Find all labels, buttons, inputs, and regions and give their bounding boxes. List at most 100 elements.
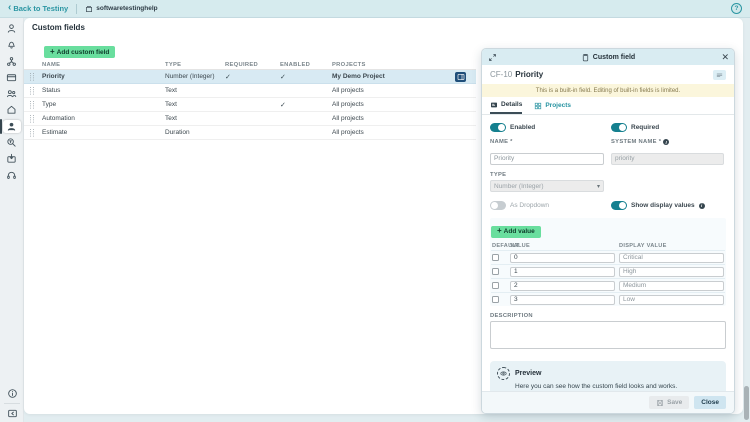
plus-icon: + [50, 46, 55, 56]
table-row[interactable]: Priority Number (Integer) ✓ ✓ My Demo Pr… [24, 70, 476, 84]
table-row[interactable]: Status Text All projects [24, 84, 476, 98]
drag-handle-icon[interactable] [30, 86, 35, 95]
display-value-input[interactable] [619, 266, 724, 277]
field-type: Text [165, 87, 177, 94]
default-checkbox[interactable] [492, 282, 499, 289]
notifications-icon [8, 42, 15, 49]
value-input[interactable] [510, 294, 615, 305]
panel-tabs: Details Projects [482, 97, 734, 115]
info-icon [7, 389, 17, 398]
enabled-check: ✓ [280, 101, 286, 109]
tab-projects[interactable]: Projects [534, 97, 571, 114]
display-value-input[interactable] [619, 280, 724, 291]
field-projects: All projects [332, 87, 364, 94]
table-row[interactable]: Type Text ✓ All projects [24, 98, 476, 112]
col-value: VALUE [510, 242, 531, 249]
type-label: TYPE [490, 172, 507, 178]
sidebar-item-search[interactable] [3, 136, 21, 149]
enabled-check: ✓ [280, 73, 286, 81]
tab-details[interactable]: Details [490, 97, 523, 114]
type-select: Number (Integer) ▾ [490, 180, 604, 192]
description-textarea[interactable] [490, 321, 726, 349]
display-value-input[interactable] [619, 294, 724, 305]
drag-handle-icon[interactable] [30, 128, 35, 137]
display-value-input[interactable] [619, 252, 724, 263]
field-projects: All projects [332, 101, 364, 108]
field-name: Status [42, 87, 61, 94]
organization-icon [86, 5, 93, 12]
table-row[interactable]: Automation Text All projects [24, 112, 476, 126]
sidebar-bottom [0, 387, 24, 422]
show-display-values-label: Show display values [631, 202, 695, 209]
panel-footer: Save Close [482, 391, 734, 413]
drag-handle-icon[interactable] [30, 72, 35, 81]
required-toggle-label: Required [631, 124, 660, 131]
default-checkbox[interactable] [492, 254, 499, 261]
builtin-field-banner: This is a built-in field. Editing of bui… [482, 84, 734, 97]
sidebar-item-info[interactable] [3, 387, 21, 400]
close-icon[interactable]: ✕ [721, 50, 729, 64]
organization-switcher[interactable]: softwaretestinghelp [85, 5, 158, 13]
preview-card: Preview Here you can see how the custom … [490, 361, 726, 391]
info-icon[interactable]: i [663, 139, 670, 145]
sidebar-item-billing[interactable] [3, 71, 21, 84]
sidebar-item-collapse[interactable] [3, 407, 21, 420]
add-custom-field-label: Add custom field [56, 48, 110, 56]
import-box-icon [7, 154, 16, 163]
field-name: Priority [42, 73, 65, 80]
add-custom-field-button[interactable]: + Add custom field [44, 46, 116, 58]
save-button[interactable]: Save [649, 396, 690, 409]
drag-handle-icon[interactable] [30, 114, 35, 123]
required-toggle[interactable] [611, 123, 627, 132]
col-header-type: TYPE [165, 61, 182, 68]
value-input[interactable] [510, 280, 615, 291]
sidebar-item-team[interactable] [3, 87, 21, 100]
open-details-button[interactable] [455, 71, 466, 82]
value-input[interactable] [510, 252, 615, 263]
sidebar-item-custom-fields[interactable] [0, 118, 21, 134]
plus-icon: + [497, 226, 502, 235]
add-value-button[interactable]: + Add value [491, 225, 541, 238]
help-icon[interactable]: ? [731, 3, 742, 14]
field-name: Type [42, 101, 57, 108]
field-title-row: CF-10 Priority [482, 65, 734, 84]
name-input[interactable] [490, 152, 604, 165]
back-to-testiny-link[interactable]: ‹ Back to Testiny [8, 3, 68, 14]
copy-link-button[interactable] [713, 69, 726, 80]
enabled-toggle[interactable] [490, 123, 506, 132]
col-display-value: DISPLAY VALUE [619, 242, 667, 249]
details-tab-icon [491, 102, 497, 107]
field-type: Text [165, 101, 177, 108]
default-checkbox[interactable] [492, 268, 499, 275]
sidebar-item-user[interactable] [3, 22, 21, 35]
sidebar-item-support[interactable] [3, 169, 21, 182]
drag-handle-icon[interactable] [30, 100, 35, 109]
sidebar-item-home[interactable] [3, 103, 21, 116]
value-row [491, 264, 725, 278]
page-title: Custom fields [32, 23, 85, 32]
billing-card-icon [6, 74, 17, 82]
col-header-name: NAME [42, 61, 61, 68]
expand-panel-button[interactable] [487, 52, 497, 62]
close-button[interactable]: Close [694, 396, 726, 409]
show-display-values-toggle[interactable] [611, 201, 627, 210]
field-name: Estimate [42, 129, 68, 136]
field-name: Automation [42, 115, 75, 122]
system-name-label: SYSTEM NAME * i [611, 139, 726, 145]
default-checkbox[interactable] [492, 296, 499, 303]
sidebar-item-import[interactable] [3, 152, 21, 165]
page-scrollbar[interactable] [744, 386, 749, 420]
chevron-down-icon: ▾ [596, 183, 600, 190]
preview-title: Preview [515, 370, 542, 377]
add-value-label: Add value [503, 228, 535, 235]
save-icon [657, 399, 664, 406]
value-row [491, 278, 725, 292]
sidebar-item-notifications[interactable] [3, 38, 21, 51]
info-icon[interactable]: i [698, 202, 705, 209]
field-projects: All projects [332, 115, 364, 122]
user-icon [7, 24, 16, 33]
table-row[interactable]: Estimate Duration All projects [24, 126, 476, 140]
topbar: ‹ Back to Testiny softwaretestinghelp ? [0, 0, 750, 18]
sidebar-item-hierarchy[interactable] [3, 55, 21, 68]
value-input[interactable] [510, 266, 615, 277]
